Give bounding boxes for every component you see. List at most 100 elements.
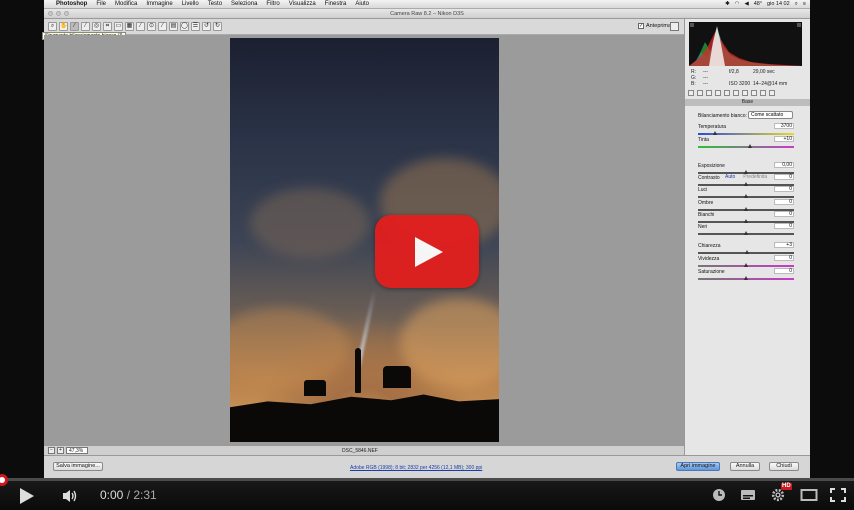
tab-camera-calibration-icon[interactable] — [751, 90, 757, 96]
tab-effects-icon[interactable] — [742, 90, 748, 96]
shadows-input[interactable]: 0 — [774, 199, 794, 205]
subtitles-icon[interactable] — [740, 488, 756, 502]
exposure-input[interactable]: 0,00 — [774, 162, 794, 168]
blacks-slider[interactable]: Neri 0 — [698, 223, 794, 238]
tint-input[interactable]: +10 — [774, 136, 794, 142]
exposure-knob[interactable] — [743, 170, 748, 174]
volume-icon[interactable]: ◀ — [744, 1, 748, 7]
spot-removal-tool-icon[interactable]: ⁄ — [136, 22, 145, 31]
menu-app[interactable]: Photoshop — [56, 1, 87, 7]
menu-livello[interactable]: Livello — [182, 1, 199, 7]
whites-input[interactable]: 0 — [774, 211, 794, 217]
volume-icon[interactable] — [62, 489, 78, 503]
saturation-slider[interactable]: Saturazione 0 — [698, 268, 794, 283]
close-button[interactable]: Chiudi — [769, 462, 799, 471]
shadow-clipping-warning-icon[interactable] — [690, 23, 694, 27]
saturation-knob[interactable] — [743, 276, 748, 280]
zoom-in-button[interactable]: + — [57, 447, 64, 454]
fullscreen-icon[interactable] — [830, 488, 846, 502]
battery-status[interactable]: 48° — [754, 1, 762, 7]
video-scrubber-handle[interactable] — [0, 474, 8, 486]
hand-tool-icon[interactable]: ✋ — [59, 22, 68, 31]
tab-lens-icon[interactable] — [733, 90, 739, 96]
menubar-clock[interactable]: gio 14 02 — [767, 1, 790, 7]
menu-immagine[interactable]: Immagine — [146, 1, 172, 7]
temperature-input[interactable]: 3700 — [774, 123, 794, 129]
youtube-play-button[interactable] — [375, 215, 479, 288]
preferences-icon[interactable]: ☰ — [191, 22, 200, 31]
tint-slider[interactable]: Tinta +10 — [698, 136, 794, 151]
video-progress-bar[interactable] — [0, 474, 854, 486]
close-window-button[interactable] — [48, 11, 53, 16]
rotate-left-icon[interactable]: ↺ — [202, 22, 211, 31]
rotate-right-icon[interactable]: ↻ — [213, 22, 222, 31]
crop-tool-icon[interactable]: ⌗ — [103, 22, 112, 31]
shadows-knob[interactable] — [743, 207, 748, 211]
watch-later-icon[interactable] — [712, 488, 726, 502]
targeted-adjustment-tool-icon[interactable]: ◎ — [92, 22, 101, 31]
white-balance-tool-icon[interactable]: ⁄ — [70, 22, 79, 31]
zoom-out-button[interactable]: − — [48, 447, 55, 454]
zoom-level-select[interactable]: 47,3% — [66, 447, 88, 454]
menu-finestra[interactable]: Finestra — [325, 1, 347, 7]
open-image-button[interactable]: Apri immagine — [676, 462, 720, 471]
blacks-knob[interactable] — [743, 231, 748, 235]
white-balance-select[interactable]: Come scattato — [748, 111, 793, 119]
menu-testo[interactable]: Testo — [208, 1, 222, 7]
whites-knob[interactable] — [743, 219, 748, 223]
menu-aiuto[interactable]: Aiuto — [355, 1, 369, 7]
wifi-icon[interactable]: ◠ — [735, 1, 740, 7]
tab-tone-curve-icon[interactable] — [697, 90, 703, 96]
tab-split-toning-icon[interactable] — [724, 90, 730, 96]
menu-seleziona[interactable]: Seleziona — [231, 1, 257, 7]
saturation-input[interactable]: 0 — [774, 268, 794, 274]
settings-gear-icon[interactable] — [770, 488, 786, 502]
spotlight-icon[interactable]: ⌕ — [795, 1, 798, 8]
vibrance-knob[interactable] — [743, 263, 748, 267]
clarity-knob[interactable] — [745, 250, 750, 254]
time-display: 0:00 / 2:31 — [100, 488, 157, 502]
color-sampler-tool-icon[interactable]: ⁄ — [81, 22, 90, 31]
contrast-input[interactable]: 0 — [774, 174, 794, 180]
radial-filter-icon[interactable]: ◯ — [180, 22, 189, 31]
hd-badge: HD — [781, 483, 792, 490]
play-icon[interactable] — [20, 488, 34, 504]
preview-toggle[interactable]: ✓ Anteprima — [638, 23, 671, 29]
transform-tool-icon[interactable]: ▦ — [125, 22, 134, 31]
highlights-knob[interactable] — [743, 194, 748, 198]
menu-filtro[interactable]: Filtro — [266, 1, 279, 7]
temperature-knob[interactable] — [712, 131, 717, 135]
menu-visualizza[interactable]: Visualizza — [289, 1, 316, 7]
tab-presets-icon[interactable] — [760, 90, 766, 96]
save-image-button[interactable]: Salva immagine... — [53, 462, 103, 471]
zoom-window-button[interactable] — [64, 11, 69, 16]
fullscreen-toggle-icon[interactable] — [670, 22, 679, 31]
tab-hsl-icon[interactable] — [715, 90, 721, 96]
contrast-knob[interactable] — [743, 182, 748, 186]
straighten-tool-icon[interactable]: ▭ — [114, 22, 123, 31]
tint-knob[interactable] — [748, 144, 753, 148]
highlights-input[interactable]: 0 — [774, 186, 794, 192]
red-eye-tool-icon[interactable]: ⊙ — [147, 22, 156, 31]
preview-checkbox[interactable]: ✓ — [638, 23, 644, 29]
tab-basic-icon[interactable] — [688, 90, 694, 96]
vibrance-input[interactable]: 0 — [774, 255, 794, 261]
section-title: Base — [685, 99, 810, 106]
adjustment-brush-icon[interactable]: ⁄ — [158, 22, 167, 31]
graduated-filter-icon[interactable]: ▤ — [169, 22, 178, 31]
clarity-input[interactable]: +3 — [774, 242, 794, 248]
zoom-tool-icon[interactable]: ⌕ — [48, 22, 57, 31]
minimize-window-button[interactable] — [56, 11, 61, 16]
menu-file[interactable]: File — [96, 1, 106, 7]
tab-detail-icon[interactable] — [706, 90, 712, 96]
workflow-options-link[interactable]: Adobe RGB (1998); 8 bit; 2832 per 4256 (… — [350, 465, 482, 471]
highlight-clipping-warning-icon[interactable] — [797, 23, 801, 27]
bluetooth-icon[interactable]: ✱ — [725, 1, 730, 7]
current-time: 0:00 — [100, 488, 124, 502]
cancel-button[interactable]: Annulla — [730, 462, 760, 471]
theater-mode-icon[interactable] — [800, 488, 818, 502]
notifications-icon[interactable]: ≡ — [803, 1, 806, 7]
blacks-input[interactable]: 0 — [774, 223, 794, 229]
tab-snapshots-icon[interactable] — [769, 90, 775, 96]
menu-modifica[interactable]: Modifica — [115, 1, 137, 7]
